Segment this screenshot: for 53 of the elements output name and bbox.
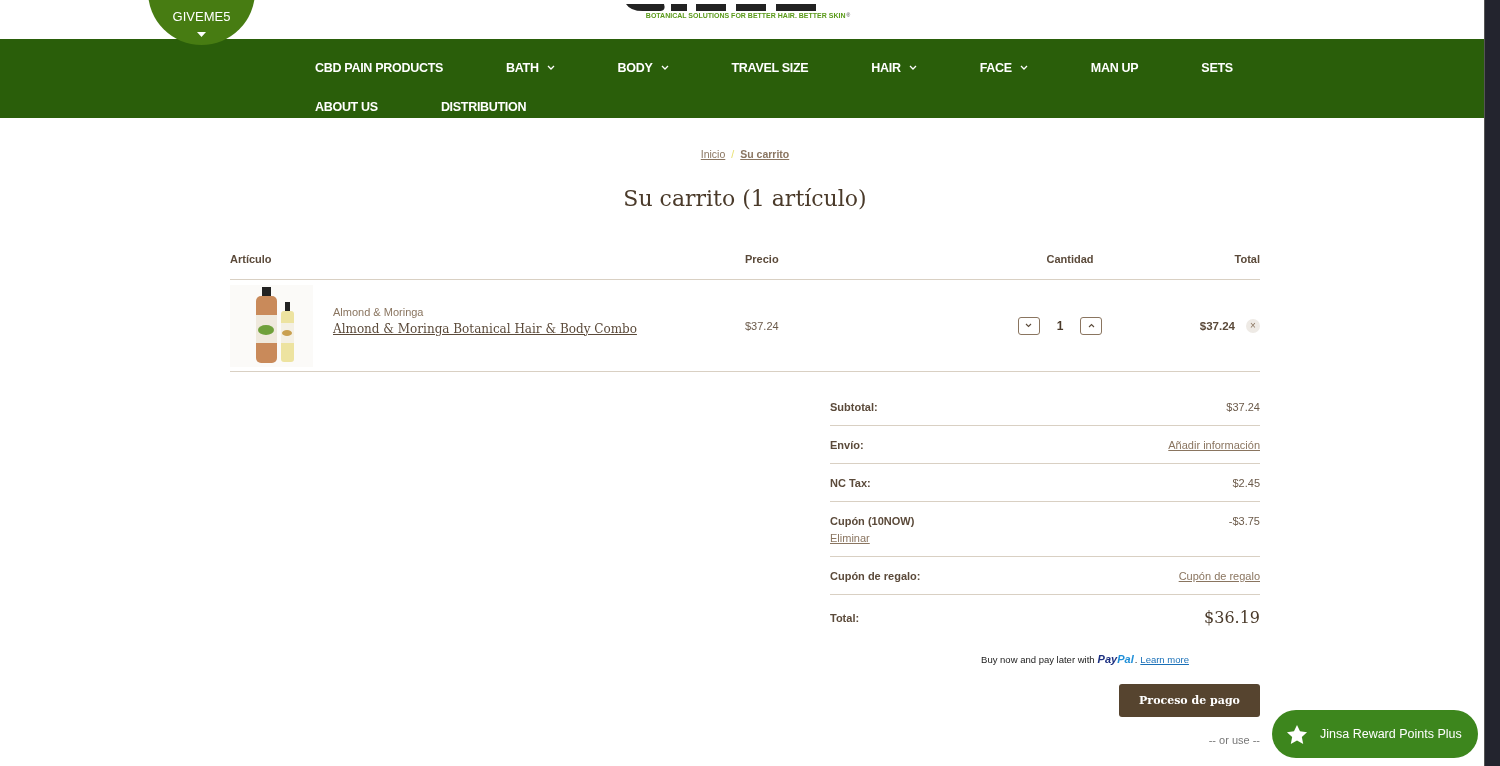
column-header: Total — [1234, 253, 1260, 265]
remove-button[interactable]: × — [1246, 318, 1260, 333]
total-label: Total: — [830, 611, 860, 624]
nav-item[interactable]: BATH — [506, 48, 555, 87]
nav-item[interactable]: ABOUT US — [315, 87, 378, 126]
or-use-divider: -- or use -- — [1208, 734, 1260, 746]
nav-item[interactable]: DISTRIBUTION — [440, 87, 527, 126]
promo-badge[interactable]: GIVEME5 — [148, 0, 255, 45]
nav-item[interactable]: MAN UP — [1090, 48, 1139, 87]
rewards-button[interactable]: Jinsa Reward Points Plus — [1272, 710, 1478, 758]
price-cell-text: $37.24 — [745, 319, 780, 332]
summary-value: $37.24 — [1226, 401, 1260, 413]
learn-more-link[interactable]: Learn more — [1140, 654, 1189, 665]
page-title: Su carrito (1 artículo) — [622, 186, 868, 211]
promo-code: GIVEME5 — [172, 9, 231, 24]
summary-link[interactable]: Añadir información — [1168, 439, 1260, 451]
nav-item[interactable]: FACE — [979, 48, 1028, 87]
paypal-logo: PayPal — [1097, 653, 1134, 665]
total-amount: $36.19 — [1204, 608, 1260, 627]
quantity-value: 1 — [1056, 318, 1064, 333]
product-name-link[interactable]: Almond & Moringa Botanical Hair & Body Combo — [333, 321, 637, 336]
nav-item[interactable]: BODY — [617, 48, 669, 87]
nav-item[interactable]: HAIR — [871, 48, 917, 87]
nav-item[interactable]: SETS — [1201, 48, 1233, 87]
nav-item[interactable]: TRAVEL SIZE — [731, 48, 809, 87]
chevron-up-icon — [1087, 323, 1095, 328]
increase-button[interactable] — [1080, 316, 1103, 335]
caret-icon — [197, 32, 206, 37]
star-icon — [1286, 723, 1308, 745]
summary-label: Subtotal: — [830, 401, 878, 413]
breadcrumb-link[interactable]: Inicio — [700, 148, 726, 160]
remove-coupon-link[interactable]: Eliminar — [830, 532, 915, 544]
summary-value: $2.45 — [1232, 477, 1260, 489]
column-header: Cantidad — [1046, 253, 1094, 265]
line-total: $37.24 — [1199, 319, 1235, 332]
breadcrumb-separator: / — [731, 148, 735, 160]
summary-label: Envío: — [830, 439, 864, 451]
nav-item[interactable]: CBD PAIN PRODUCTS — [315, 48, 443, 87]
decrease-button[interactable] — [1017, 316, 1040, 335]
coupon-discount: -$3.75 — [1228, 515, 1260, 527]
column-header: Precio — [745, 253, 779, 265]
summary-link[interactable]: Cupón de regalo — [1178, 570, 1260, 582]
chevron-down-icon — [1025, 323, 1033, 328]
breadcrumb-link[interactable]: Su carrito — [740, 148, 790, 160]
period: . — [1134, 654, 1138, 665]
checkout-button[interactable]: Proceso de pago — [1119, 684, 1260, 717]
product-brand: Almond & Moringa — [333, 305, 425, 318]
coupon-label: Cupón (10NOW) — [830, 515, 915, 527]
summary-label: Cupón de regalo: — [830, 570, 921, 582]
summary-label: NC Tax: — [830, 477, 871, 489]
scrollbar[interactable] — [1484, 0, 1500, 766]
paypal-message: Buy now and pay later with — [981, 654, 1095, 665]
column-header: Artículo — [230, 253, 272, 265]
